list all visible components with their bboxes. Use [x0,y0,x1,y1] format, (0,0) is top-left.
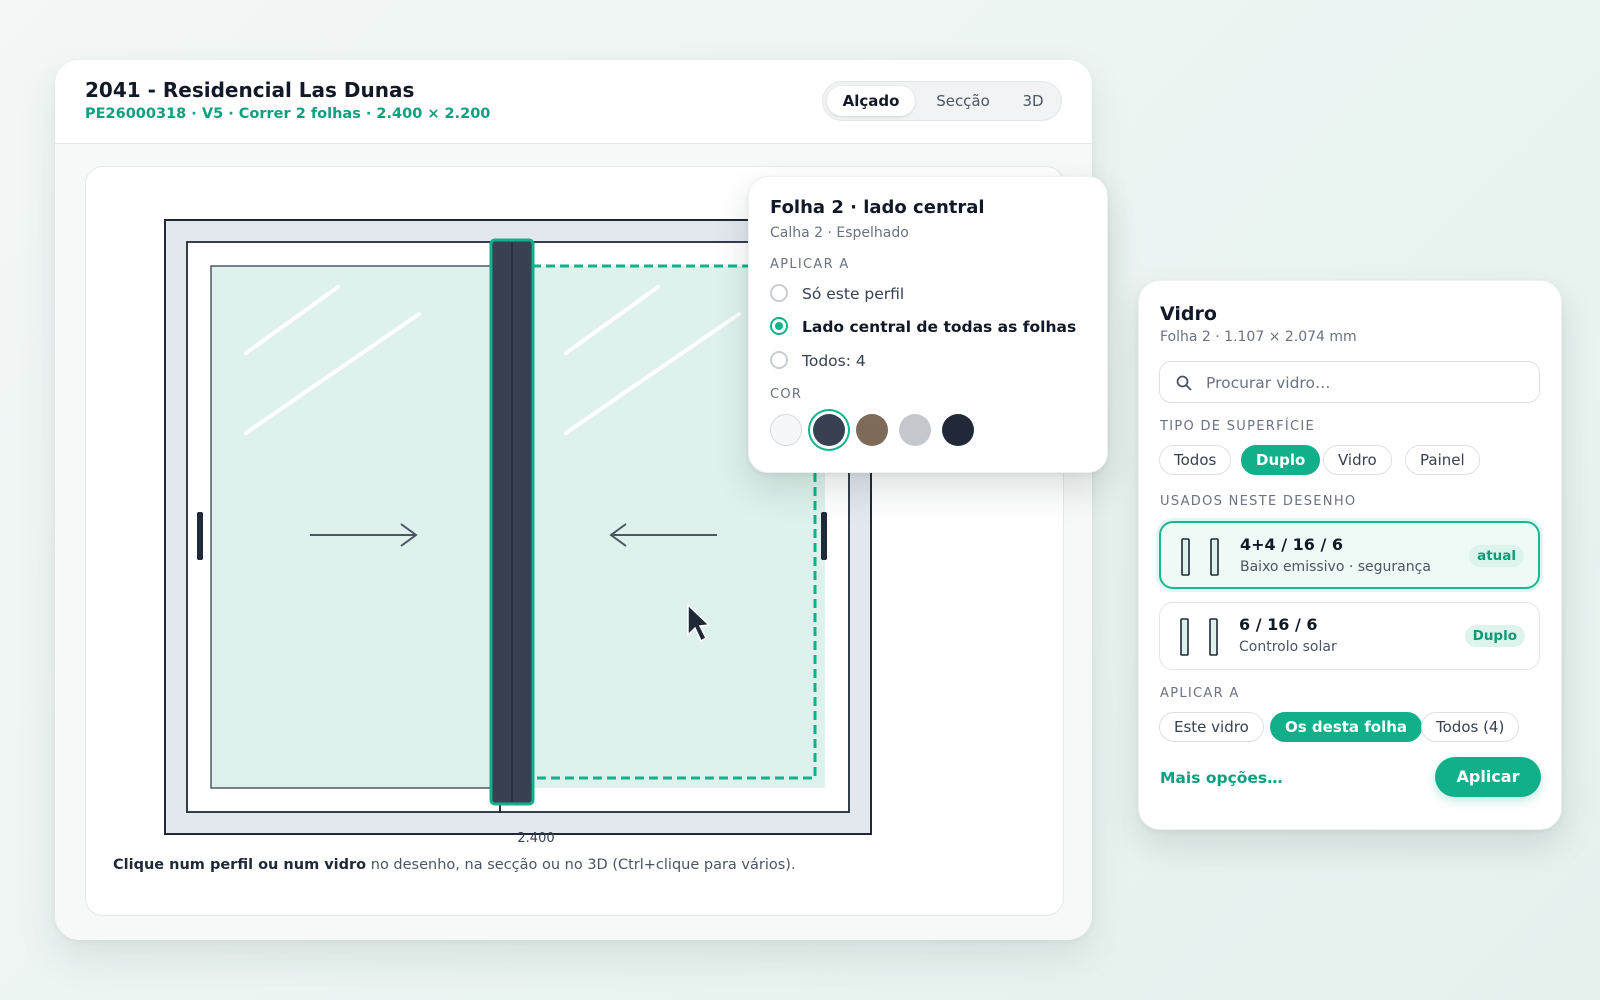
radio-label: Todos: 4 [802,352,866,370]
glass-search-input[interactable] [1204,370,1528,396]
glass-panel-title: Vidro [1160,303,1217,325]
apply-chip-this-glass[interactable]: Este vidro [1159,712,1264,742]
color-swatch-silver[interactable] [899,414,931,446]
apply-chip-this-sash[interactable]: Os desta folha [1270,712,1423,742]
profile-popover-title: Folha 2 · lado central [770,197,985,218]
radio-button[interactable] [770,351,788,369]
radio-label: Só este perfil [802,285,905,303]
glass-panel: Vidro Folha 2 · 1.107 × 2.074 mm TIPO DE… [1138,280,1562,830]
apply-to-label: APLICAR A [1160,686,1240,701]
handle-right[interactable] [821,512,827,560]
glass-option-desc: Baixo emissivo · segurança [1240,559,1431,575]
color-swatch-bronze[interactable] [856,414,888,446]
tab-seccao[interactable]: Secção [919,86,1007,116]
apply-to-label: APLICAR A [770,257,850,272]
radio-button[interactable] [770,284,788,302]
apply-button[interactable]: Aplicar [1435,757,1541,797]
hint-text: Clique num perfil ou num vidro no desenh… [113,857,796,873]
search-icon [1176,375,1192,391]
width-dimension: 2.400 [517,831,555,846]
glass-option-desc: Controlo solar [1239,639,1337,655]
double-glazing-icon [1181,538,1219,576]
project-header: 2041 - Residencial Las Dunas PE26000318 … [55,60,1092,144]
status-badge: atual [1469,545,1524,567]
color-swatch-black[interactable] [942,414,974,446]
radio-option-central-side[interactable]: Lado central de todas as folhas [770,316,1090,338]
profile-popover: Folha 2 · lado central Calha 2 · Espelha… [748,176,1108,473]
filter-chip-vidro[interactable]: Vidro [1323,445,1392,475]
handle-left[interactable] [197,512,203,560]
sash-1-glass[interactable] [210,265,501,789]
view-tabs: Alçado Secção 3D [822,81,1062,121]
tab-3d[interactable]: 3D [1009,86,1057,116]
project-title: 2041 - Residencial Las Dunas [85,78,415,102]
apply-chip-all[interactable]: Todos (4) [1421,712,1520,742]
radio-button[interactable] [770,317,788,335]
color-label: COR [770,387,803,402]
surface-type-label: TIPO DE SUPERFÍCIE [1160,419,1316,434]
glass-option[interactable]: 6 / 16 / 6 Controlo solar Duplo [1159,602,1540,670]
glass-search-box[interactable] [1159,361,1540,403]
filter-chip-todos[interactable]: Todos [1159,445,1232,475]
radio-option-all[interactable]: Todos: 4 [770,350,1090,372]
glass-panel-subtitle: Folha 2 · 1.107 × 2.074 mm [1160,329,1357,345]
filter-chip-duplo[interactable]: Duplo [1241,445,1321,475]
color-swatch-anthracite[interactable] [813,414,845,446]
used-in-drawing-label: USADOS NESTE DESENHO [1160,494,1357,509]
hint-rest: no desenho, na secção ou no 3D (Ctrl+cli… [366,857,796,873]
type-badge: Duplo [1464,625,1525,647]
color-swatch-white[interactable] [770,414,802,446]
glass-option-current[interactable]: 4+4 / 16 / 6 Baixo emissivo · segurança … [1159,521,1540,589]
radio-label: Lado central de todas as folhas [802,318,1077,336]
more-options-link[interactable]: Mais opções… [1160,769,1283,787]
filter-chip-painel[interactable]: Painel [1405,445,1480,475]
tab-alcado[interactable]: Alçado [827,86,915,116]
double-glazing-icon [1180,618,1218,656]
radio-option-this-profile[interactable]: Só este perfil [770,283,1090,305]
project-subtitle: PE26000318 · V5 · Correr 2 folhas · 2.40… [85,106,491,122]
glass-option-name: 6 / 16 / 6 [1239,615,1318,634]
hint-strong: Clique num perfil ou num vidro [113,857,367,873]
glass-option-name: 4+4 / 16 / 6 [1240,535,1344,554]
profile-popover-subtitle: Calha 2 · Espelhado [770,225,909,241]
